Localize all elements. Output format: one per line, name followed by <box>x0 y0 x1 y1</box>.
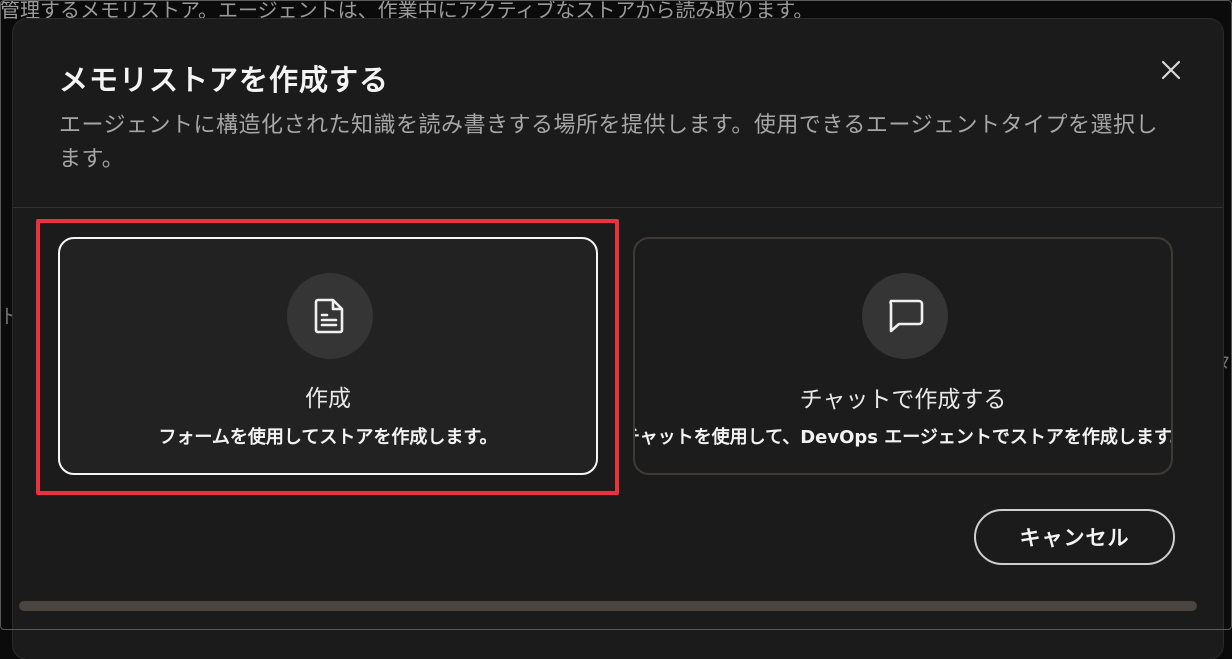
dialog-title: メモリストアを作成する <box>59 63 390 97</box>
chat-option-description: チャットを使用して、DevOps エージェントでストアを作成します。 <box>633 427 1173 448</box>
dialog-subtitle: エージェントに構造化された知識を読み書きする場所を提供します。使用できるエージェ… <box>59 113 1158 172</box>
create-memory-store-dialog: メモリストアを作成する エージェントに構造化された知識を読み書きする場所を提供し… <box>13 19 1223 659</box>
close-button[interactable] <box>1156 55 1186 85</box>
form-option-icon-circle <box>287 273 373 359</box>
form-option-title: 作成 <box>305 386 351 412</box>
form-option-description: フォームを使用してストアを作成します。 <box>158 427 498 448</box>
chat-option-title: チャットで作成する <box>799 387 1007 413</box>
horizontal-scrollbar[interactable] <box>19 601 1197 611</box>
cancel-button[interactable]: キャンセル <box>974 509 1175 565</box>
close-icon <box>1161 60 1181 80</box>
create-with-chat-option[interactable]: チャットで作成する チャットを使用して、DevOps エージェントでストアを作成… <box>633 237 1173 475</box>
dialog-divider <box>13 207 1223 208</box>
create-with-form-option[interactable]: 作成 フォームを使用してストアを作成します。 <box>58 237 598 475</box>
chat-bubble-icon <box>889 299 924 333</box>
chat-option-icon-circle <box>862 273 948 359</box>
document-icon <box>314 298 344 334</box>
